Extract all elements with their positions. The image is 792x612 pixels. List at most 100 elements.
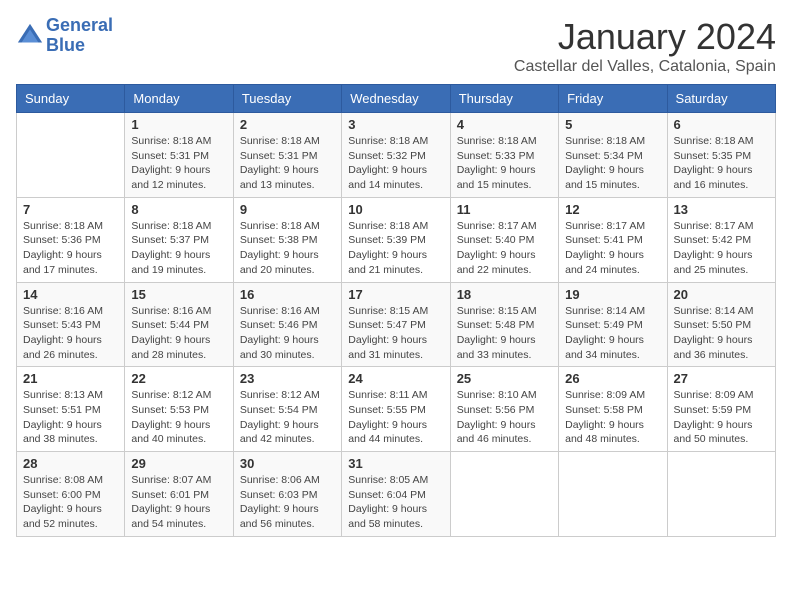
day-number: 17 [348,287,443,302]
day-cell: 13 Sunrise: 8:17 AMSunset: 5:42 PMDaylig… [667,197,775,282]
day-cell: 28 Sunrise: 8:08 AMSunset: 6:00 PMDaylig… [17,452,125,537]
day-number: 1 [131,117,226,132]
day-info: Sunrise: 8:18 AMSunset: 5:34 PMDaylight:… [565,134,660,193]
day-info: Sunrise: 8:18 AMSunset: 5:37 PMDaylight:… [131,219,226,278]
day-number: 21 [23,371,118,386]
week-row-2: 14 Sunrise: 8:16 AMSunset: 5:43 PMDaylig… [17,282,776,367]
day-number: 2 [240,117,335,132]
day-number: 20 [674,287,769,302]
day-cell: 11 Sunrise: 8:17 AMSunset: 5:40 PMDaylig… [450,197,558,282]
day-number: 6 [674,117,769,132]
day-cell: 5 Sunrise: 8:18 AMSunset: 5:34 PMDayligh… [559,113,667,198]
day-info: Sunrise: 8:18 AMSunset: 5:31 PMDaylight:… [240,134,335,193]
day-number: 30 [240,456,335,471]
day-number: 9 [240,202,335,217]
week-row-1: 7 Sunrise: 8:18 AMSunset: 5:36 PMDayligh… [17,197,776,282]
day-info: Sunrise: 8:09 AMSunset: 5:59 PMDaylight:… [674,388,769,447]
day-cell: 12 Sunrise: 8:17 AMSunset: 5:41 PMDaylig… [559,197,667,282]
day-cell: 25 Sunrise: 8:10 AMSunset: 5:56 PMDaylig… [450,367,558,452]
day-cell: 22 Sunrise: 8:12 AMSunset: 5:53 PMDaylig… [125,367,233,452]
header-wednesday: Wednesday [342,85,450,113]
day-number: 28 [23,456,118,471]
logo: General Blue [16,16,113,56]
week-row-0: 1 Sunrise: 8:18 AMSunset: 5:31 PMDayligh… [17,113,776,198]
day-info: Sunrise: 8:13 AMSunset: 5:51 PMDaylight:… [23,388,118,447]
day-number: 16 [240,287,335,302]
day-cell [667,452,775,537]
day-number: 10 [348,202,443,217]
day-number: 22 [131,371,226,386]
day-cell: 7 Sunrise: 8:18 AMSunset: 5:36 PMDayligh… [17,197,125,282]
day-info: Sunrise: 8:14 AMSunset: 5:50 PMDaylight:… [674,304,769,363]
header-thursday: Thursday [450,85,558,113]
day-info: Sunrise: 8:18 AMSunset: 5:36 PMDaylight:… [23,219,118,278]
day-number: 14 [23,287,118,302]
day-number: 18 [457,287,552,302]
day-number: 13 [674,202,769,217]
day-info: Sunrise: 8:17 AMSunset: 5:40 PMDaylight:… [457,219,552,278]
day-info: Sunrise: 8:18 AMSunset: 5:32 PMDaylight:… [348,134,443,193]
day-number: 27 [674,371,769,386]
header-tuesday: Tuesday [233,85,341,113]
day-info: Sunrise: 8:11 AMSunset: 5:55 PMDaylight:… [348,388,443,447]
day-cell: 3 Sunrise: 8:18 AMSunset: 5:32 PMDayligh… [342,113,450,198]
day-info: Sunrise: 8:18 AMSunset: 5:38 PMDaylight:… [240,219,335,278]
week-row-3: 21 Sunrise: 8:13 AMSunset: 5:51 PMDaylig… [17,367,776,452]
day-cell: 10 Sunrise: 8:18 AMSunset: 5:39 PMDaylig… [342,197,450,282]
day-number: 25 [457,371,552,386]
day-cell: 17 Sunrise: 8:15 AMSunset: 5:47 PMDaylig… [342,282,450,367]
day-cell: 27 Sunrise: 8:09 AMSunset: 5:59 PMDaylig… [667,367,775,452]
title-section: January 2024 Castellar del Valles, Catal… [514,16,776,76]
day-cell: 29 Sunrise: 8:07 AMSunset: 6:01 PMDaylig… [125,452,233,537]
day-info: Sunrise: 8:18 AMSunset: 5:33 PMDaylight:… [457,134,552,193]
logo-text: General Blue [46,16,113,56]
day-cell: 4 Sunrise: 8:18 AMSunset: 5:33 PMDayligh… [450,113,558,198]
day-cell: 26 Sunrise: 8:09 AMSunset: 5:58 PMDaylig… [559,367,667,452]
day-cell [559,452,667,537]
location-title: Castellar del Valles, Catalonia, Spain [514,58,776,76]
day-cell: 30 Sunrise: 8:06 AMSunset: 6:03 PMDaylig… [233,452,341,537]
day-cell: 2 Sunrise: 8:18 AMSunset: 5:31 PMDayligh… [233,113,341,198]
day-number: 26 [565,371,660,386]
day-info: Sunrise: 8:16 AMSunset: 5:44 PMDaylight:… [131,304,226,363]
day-number: 24 [348,371,443,386]
calendar-header: Sunday Monday Tuesday Wednesday Thursday… [17,85,776,113]
day-cell: 15 Sunrise: 8:16 AMSunset: 5:44 PMDaylig… [125,282,233,367]
day-number: 31 [348,456,443,471]
header-friday: Friday [559,85,667,113]
day-info: Sunrise: 8:12 AMSunset: 5:53 PMDaylight:… [131,388,226,447]
day-info: Sunrise: 8:06 AMSunset: 6:03 PMDaylight:… [240,473,335,532]
day-number: 4 [457,117,552,132]
header-monday: Monday [125,85,233,113]
day-number: 7 [23,202,118,217]
day-cell [450,452,558,537]
day-cell: 21 Sunrise: 8:13 AMSunset: 5:51 PMDaylig… [17,367,125,452]
day-number: 11 [457,202,552,217]
header-sunday: Sunday [17,85,125,113]
week-row-4: 28 Sunrise: 8:08 AMSunset: 6:00 PMDaylig… [17,452,776,537]
day-info: Sunrise: 8:18 AMSunset: 5:31 PMDaylight:… [131,134,226,193]
month-title: January 2024 [514,16,776,58]
day-number: 8 [131,202,226,217]
day-cell: 31 Sunrise: 8:05 AMSunset: 6:04 PMDaylig… [342,452,450,537]
day-info: Sunrise: 8:05 AMSunset: 6:04 PMDaylight:… [348,473,443,532]
day-info: Sunrise: 8:18 AMSunset: 5:35 PMDaylight:… [674,134,769,193]
day-info: Sunrise: 8:08 AMSunset: 6:00 PMDaylight:… [23,473,118,532]
day-info: Sunrise: 8:09 AMSunset: 5:58 PMDaylight:… [565,388,660,447]
day-number: 5 [565,117,660,132]
day-info: Sunrise: 8:18 AMSunset: 5:39 PMDaylight:… [348,219,443,278]
day-number: 29 [131,456,226,471]
calendar-body: 1 Sunrise: 8:18 AMSunset: 5:31 PMDayligh… [17,113,776,537]
day-cell [17,113,125,198]
logo-line2: Blue [46,35,85,55]
day-cell: 1 Sunrise: 8:18 AMSunset: 5:31 PMDayligh… [125,113,233,198]
day-info: Sunrise: 8:17 AMSunset: 5:41 PMDaylight:… [565,219,660,278]
day-cell: 23 Sunrise: 8:12 AMSunset: 5:54 PMDaylig… [233,367,341,452]
logo-line1: General [46,15,113,35]
day-cell: 16 Sunrise: 8:16 AMSunset: 5:46 PMDaylig… [233,282,341,367]
day-info: Sunrise: 8:12 AMSunset: 5:54 PMDaylight:… [240,388,335,447]
header-row: Sunday Monday Tuesday Wednesday Thursday… [17,85,776,113]
day-info: Sunrise: 8:15 AMSunset: 5:48 PMDaylight:… [457,304,552,363]
calendar-table: Sunday Monday Tuesday Wednesday Thursday… [16,84,776,537]
day-info: Sunrise: 8:16 AMSunset: 5:46 PMDaylight:… [240,304,335,363]
